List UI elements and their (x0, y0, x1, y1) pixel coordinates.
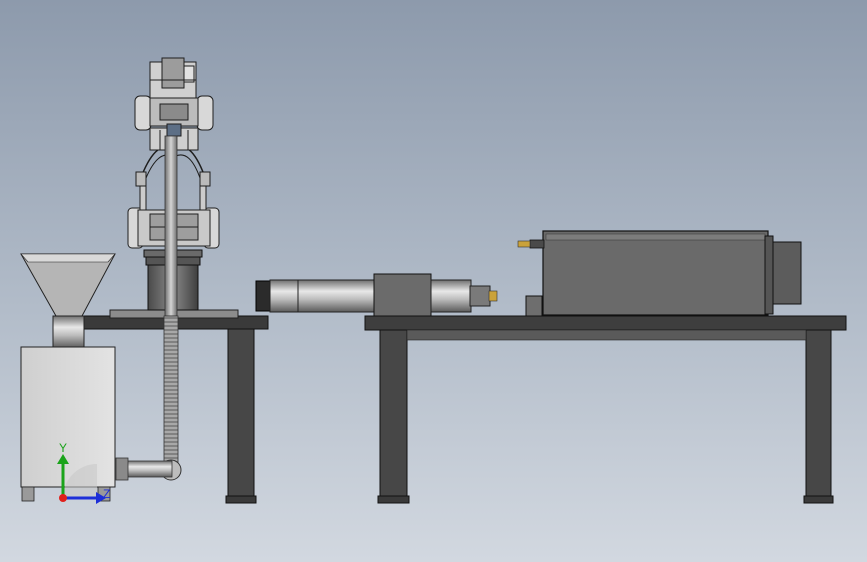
y-axis-label: Y (59, 441, 68, 455)
spindle-assembly[interactable] (255, 273, 498, 317)
hopper[interactable] (20, 253, 116, 349)
cad-viewport[interactable]: Y Z (0, 0, 867, 562)
z-axis-label: Z (103, 487, 111, 501)
x-axis-dot (59, 494, 67, 502)
right-table[interactable] (364, 315, 847, 504)
control-box[interactable] (517, 230, 802, 317)
feeder-box[interactable] (20, 346, 116, 502)
assembly-view[interactable] (0, 0, 867, 562)
